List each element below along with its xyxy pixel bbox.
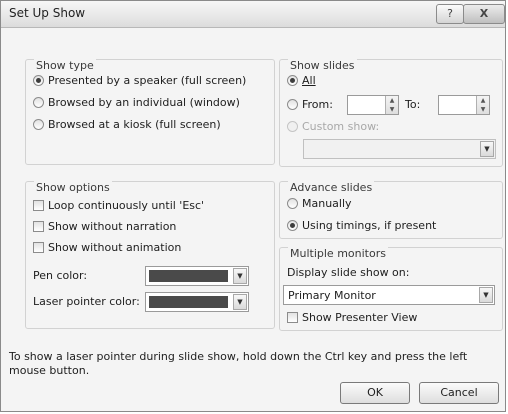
radio-manually[interactable]: Manually xyxy=(287,197,352,210)
cancel-button[interactable]: Cancel xyxy=(419,382,499,404)
radio-all-slides[interactable]: All xyxy=(287,74,316,87)
checkbox-label: Loop continuously until 'Esc' xyxy=(48,199,205,212)
laser-pointer-hint: To show a laser pointer during slide sho… xyxy=(9,350,468,377)
pen-color-label: Pen color: xyxy=(33,269,88,282)
title-bar[interactable]: Set Up Show ? X xyxy=(1,1,505,28)
monitor-dropdown[interactable]: Primary Monitor ▼ xyxy=(283,285,495,305)
checkbox-presenter-view[interactable]: Show Presenter View xyxy=(287,311,417,324)
show-options-title: Show options xyxy=(34,181,112,194)
radio-label: Browsed at a kiosk (full screen) xyxy=(48,118,221,131)
checkbox-label: Show Presenter View xyxy=(302,311,418,324)
laser-color-swatch xyxy=(149,296,228,308)
radio-custom-show: Custom show: xyxy=(287,120,379,133)
radio-label: Using timings, if present xyxy=(302,219,437,232)
radio-button[interactable] xyxy=(287,99,298,110)
radio-label: From: xyxy=(302,98,333,111)
laser-color-dropdown[interactable]: ▼ xyxy=(145,292,249,312)
checkbox-label: Show without narration xyxy=(48,220,177,233)
show-slides-title: Show slides xyxy=(288,59,357,72)
checkbox-without-animation[interactable]: Show without animation xyxy=(33,241,181,254)
custom-show-dropdown: ▼ xyxy=(303,139,496,159)
radio-button[interactable] xyxy=(287,198,298,209)
from-spinner[interactable]: ▲ ▼ xyxy=(347,95,399,115)
chevron-down-icon[interactable]: ▼ xyxy=(233,268,247,284)
radio-using-timings[interactable]: Using timings, if present xyxy=(287,219,436,232)
radio-button[interactable] xyxy=(287,75,298,86)
radio-label: Presented by a speaker (full screen) xyxy=(48,74,247,87)
help-button[interactable]: ? xyxy=(436,4,464,24)
checkbox[interactable] xyxy=(33,221,44,232)
checkbox-loop-continuously[interactable]: Loop continuously until 'Esc' xyxy=(33,199,204,212)
checkbox-label: Show without animation xyxy=(48,241,182,254)
pen-color-swatch xyxy=(149,270,228,282)
checkbox[interactable] xyxy=(287,312,298,323)
to-label: To: xyxy=(405,98,421,111)
dialog-title: Set Up Show xyxy=(9,6,86,20)
radio-label: Browsed by an individual (window) xyxy=(48,96,240,109)
display-on-label: Display slide show on: xyxy=(287,266,410,279)
ok-button[interactable]: OK xyxy=(340,382,410,404)
advance-slides-title: Advance slides xyxy=(288,181,375,194)
chevron-down-icon[interactable]: ▼ xyxy=(479,287,493,303)
laser-color-label: Laser pointer color: xyxy=(33,295,140,308)
pen-color-dropdown[interactable]: ▼ xyxy=(145,266,249,286)
radio-button xyxy=(287,121,298,132)
to-spinner[interactable]: ▲ ▼ xyxy=(438,95,490,115)
checkbox[interactable] xyxy=(33,242,44,253)
close-button[interactable]: X xyxy=(463,4,505,24)
spin-arrows-icon[interactable]: ▲ ▼ xyxy=(476,96,489,114)
multiple-monitors-title: Multiple monitors xyxy=(288,247,388,260)
radio-label: Custom show: xyxy=(302,120,380,133)
chevron-down-icon[interactable]: ▼ xyxy=(233,294,247,310)
radio-button[interactable] xyxy=(33,97,44,108)
radio-browsed-by-individual[interactable]: Browsed by an individual (window) xyxy=(33,96,240,109)
radio-button[interactable] xyxy=(33,119,44,130)
radio-from-slides[interactable]: From: xyxy=(287,98,333,111)
set-up-show-dialog: Set Up Show ? X Show type Presented by a… xyxy=(0,0,506,412)
radio-label: All xyxy=(302,74,316,87)
radio-button[interactable] xyxy=(33,75,44,86)
monitor-value: Primary Monitor xyxy=(288,289,376,302)
radio-browsed-at-kiosk[interactable]: Browsed at a kiosk (full screen) xyxy=(33,118,221,131)
checkbox-without-narration[interactable]: Show without narration xyxy=(33,220,176,233)
radio-label: Manually xyxy=(302,197,352,210)
chevron-down-icon: ▼ xyxy=(480,141,494,157)
radio-button[interactable] xyxy=(287,220,298,231)
checkbox[interactable] xyxy=(33,200,44,211)
radio-presented-by-speaker[interactable]: Presented by a speaker (full screen) xyxy=(33,74,246,87)
spin-arrows-icon[interactable]: ▲ ▼ xyxy=(385,96,398,114)
show-type-title: Show type xyxy=(34,59,96,72)
